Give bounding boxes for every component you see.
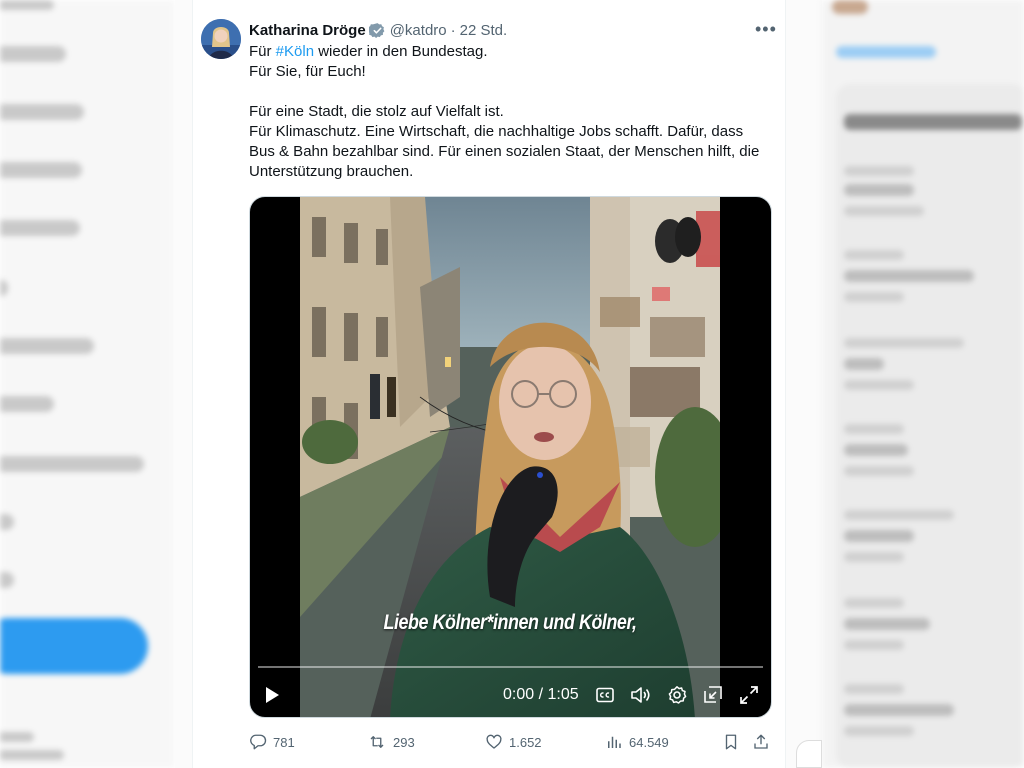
timestamp[interactable]: 22 Std. — [460, 22, 508, 39]
sidebar-avatar-blur — [832, 0, 868, 14]
tweet-actions: 781 293 1.652 64.549 — [249, 730, 774, 756]
repost-icon — [370, 736, 384, 748]
tweet-text-spacer — [249, 82, 774, 102]
views-icon — [608, 736, 621, 748]
trend-title — [844, 270, 974, 282]
verified-badge-icon[interactable] — [368, 22, 386, 39]
gutter-left — [175, 0, 192, 768]
trend-meta — [844, 640, 904, 650]
nav-row — [0, 220, 80, 236]
gutter-right — [786, 0, 822, 768]
video-player[interactable]: Liebe Kölner*innen und Kölner, 0:00 / 1:… — [249, 196, 772, 718]
video-subtitle: Liebe Kölner*innen und Kölner, — [383, 611, 637, 634]
hashtag-link[interactable]: #Köln — [276, 43, 314, 60]
trend-meta — [844, 726, 914, 736]
reply-count: 781 — [273, 734, 295, 750]
trend-meta — [844, 466, 914, 476]
nav-row — [0, 732, 34, 742]
share-icon[interactable] — [752, 730, 770, 754]
trend-title — [844, 184, 914, 196]
trend-title — [844, 444, 908, 456]
separator-dot: · — [450, 21, 456, 39]
tweet-text-line: Für eine Stadt, die stolz auf Vielfalt i… — [249, 103, 504, 120]
trend-title — [844, 704, 954, 716]
video-progress-bar[interactable] — [258, 666, 763, 668]
avatar[interactable] — [201, 19, 241, 59]
nav-row — [0, 162, 82, 178]
tweet-text-line: Für #Köln wieder in den Bundestag. — [249, 42, 774, 62]
bookmark-icon[interactable] — [722, 730, 740, 754]
trend-title — [844, 618, 930, 630]
trends-box — [836, 84, 1024, 768]
trend-meta — [844, 380, 914, 390]
author-name[interactable]: Katharina Dröge — [249, 22, 366, 39]
nav-row — [0, 280, 8, 296]
video-controls: 0:00 / 1:05 — [250, 683, 771, 709]
settings-icon[interactable] — [666, 683, 688, 707]
fullscreen-icon[interactable] — [738, 683, 760, 707]
like-icon — [486, 734, 502, 749]
nav-row — [0, 396, 54, 412]
sidebar-link-blur — [836, 46, 936, 58]
nav-row — [0, 46, 66, 62]
text-segment: wieder in den Bundestag. — [314, 43, 488, 60]
author-handle[interactable]: @katdro — [390, 22, 447, 39]
like-count: 1.652 — [509, 734, 542, 750]
nav-row — [0, 456, 144, 472]
right-sidebar-blurred — [822, 0, 1024, 768]
trend-meta — [844, 424, 904, 434]
trend-title — [844, 530, 914, 542]
trend-meta — [844, 166, 914, 176]
trend-meta — [844, 510, 954, 520]
reply-icon — [250, 734, 267, 750]
trend-meta — [844, 552, 904, 562]
nav-row — [0, 0, 54, 10]
text-segment: Für — [249, 43, 276, 60]
views-button[interactable]: 64.549 — [605, 730, 669, 754]
left-navigation-blurred — [0, 0, 175, 768]
nav-row — [0, 572, 14, 588]
reply-button[interactable]: 781 — [249, 730, 295, 754]
tweet-header: Katharina Dröge @katdro · 22 Std. — [249, 20, 769, 40]
nav-row — [0, 514, 14, 530]
video-frame[interactable] — [300, 197, 720, 718]
tweet-text: Für #Köln wieder in den Bundestag. Für S… — [249, 42, 774, 182]
volume-icon[interactable] — [629, 683, 653, 707]
captions-icon[interactable] — [594, 683, 616, 707]
tweet-text-line: Für Sie, für Euch! — [249, 63, 366, 80]
trend-meta — [844, 338, 964, 348]
nav-row — [0, 104, 84, 120]
like-button[interactable]: 1.652 — [485, 730, 542, 754]
video-time-total: 1:05 — [547, 686, 579, 703]
nav-row — [0, 750, 64, 760]
trend-meta — [844, 250, 904, 260]
video-timer: 0:00 / 1:05 — [503, 686, 579, 704]
post-button-blurred[interactable] — [0, 618, 148, 674]
trend-meta — [844, 292, 904, 302]
more-icon[interactable]: ••• — [755, 20, 777, 38]
tweet-card[interactable]: Katharina Dröge @katdro · 22 Std. ••• Fü… — [192, 0, 786, 768]
nav-row — [0, 338, 94, 354]
trend-meta — [844, 684, 904, 694]
video-time-separator: / — [534, 686, 548, 703]
trend-title — [844, 358, 884, 370]
trend-meta — [844, 598, 904, 608]
play-icon[interactable] — [262, 683, 282, 707]
floating-button-partial[interactable] — [796, 740, 822, 768]
trend-meta — [844, 206, 924, 216]
pip-icon[interactable] — [702, 683, 724, 707]
video-time-current: 0:00 — [503, 686, 535, 703]
trends-heading-blur — [844, 114, 1022, 130]
tweet-text-paragraph: Für Klimaschutz. Eine Wirtschaft, die na… — [249, 123, 760, 180]
repost-button[interactable]: 293 — [367, 730, 415, 754]
repost-count: 293 — [393, 734, 415, 750]
views-count: 64.549 — [629, 734, 669, 750]
